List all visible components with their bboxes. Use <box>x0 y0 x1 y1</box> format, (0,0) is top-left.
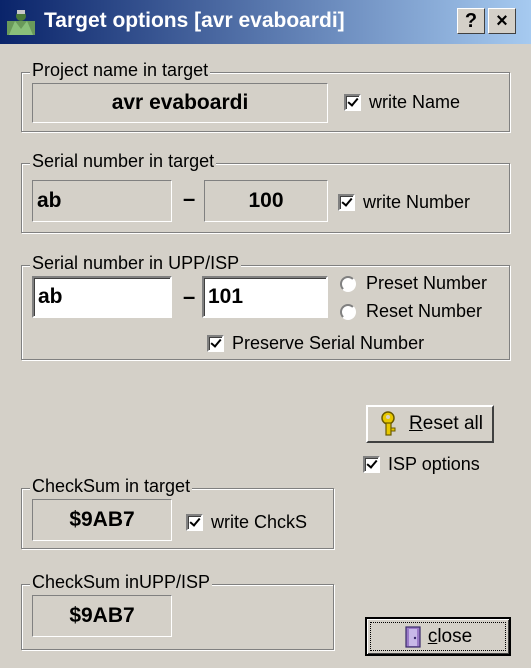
serial-upp-prefix-input[interactable]: ab <box>32 276 172 318</box>
write-number-label: write Number <box>363 192 471 212</box>
write-number-checkbox[interactable]: write Number <box>338 192 470 213</box>
title-bar: Target options [avr evaboardi] ? × <box>0 0 531 44</box>
preserve-serial-check[interactable] <box>207 335 224 352</box>
isp-options-check[interactable] <box>363 456 380 473</box>
reset-number-radio-dot[interactable] <box>340 303 356 320</box>
serial-upp-dash: – <box>183 284 196 309</box>
preset-number-radio-dot[interactable] <box>340 275 356 292</box>
project-name-legend: Project name in target <box>30 60 211 81</box>
close-button[interactable]: close <box>365 617 511 656</box>
checksum-target-value: $9AB7 <box>32 499 172 541</box>
write-checksum-check[interactable] <box>186 514 203 531</box>
close-label: close <box>427 625 473 647</box>
write-checksum-label: write ChckS <box>211 512 308 532</box>
write-name-label: write Name <box>369 92 461 112</box>
isp-options-label: ISP options <box>388 454 480 474</box>
checksum-upp-value: $9AB7 <box>32 595 172 637</box>
close-window-button[interactable]: × <box>488 8 516 34</box>
reset-all-label: Reset all <box>409 413 483 434</box>
serial-upp-number-input[interactable]: 101 <box>202 276 328 318</box>
preserve-serial-label: Preserve Serial Number <box>232 333 425 353</box>
checksum-target-legend: CheckSum in target <box>30 476 193 497</box>
serial-target-prefix: ab <box>32 180 172 222</box>
help-button[interactable]: ? <box>457 8 485 34</box>
window-title: Target options [avr evaboardi] <box>44 9 345 32</box>
preserve-serial-checkbox[interactable]: Preserve Serial Number <box>207 333 424 354</box>
write-name-checkbox[interactable]: write Name <box>344 92 460 113</box>
serial-upp-legend: Serial number in UPP/ISP <box>30 253 242 274</box>
serial-target-legend: Serial number in target <box>30 151 217 172</box>
serial-target-dash: – <box>183 186 196 211</box>
key-icon <box>381 411 396 436</box>
preset-number-label: Preset Number <box>366 273 488 293</box>
write-name-check[interactable] <box>344 94 361 111</box>
write-checksum-checkbox[interactable]: write ChckS <box>186 512 307 533</box>
serial-target-number: 100 <box>204 180 328 222</box>
preset-number-radio[interactable]: Preset Number <box>340 273 487 294</box>
write-number-check[interactable] <box>338 194 355 211</box>
reset-number-radio[interactable]: Reset Number <box>340 301 482 322</box>
reset-all-button[interactable]: Reset all <box>366 405 494 443</box>
isp-options-checkbox[interactable]: ISP options <box>363 454 480 475</box>
reset-number-label: Reset Number <box>366 301 483 321</box>
door-icon <box>405 625 421 648</box>
checksum-upp-legend: CheckSum inUPP/ISP <box>30 572 213 593</box>
app-icon <box>7 10 35 35</box>
project-name-field: avr evaboardi <box>32 83 328 123</box>
